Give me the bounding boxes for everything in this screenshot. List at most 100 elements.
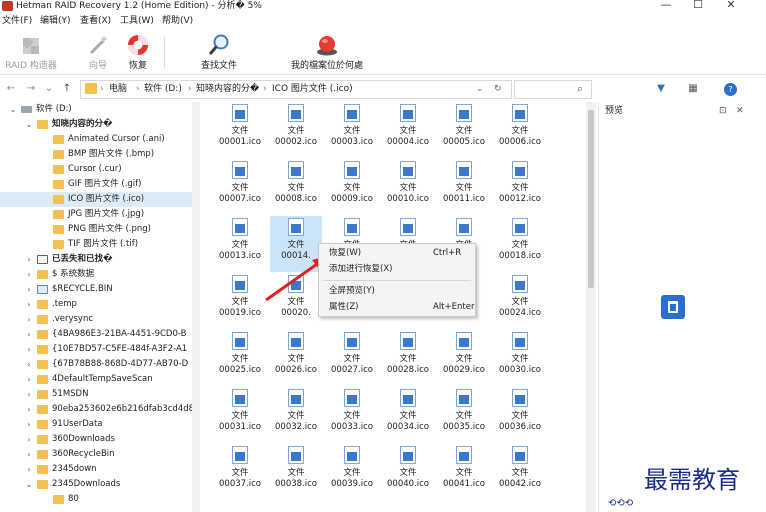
file-item[interactable]: 文件 00034.ico — [382, 387, 434, 443]
find-file-button[interactable]: 查找文件 — [194, 33, 244, 73]
pin-icon[interactable]: ⊡ — [719, 104, 727, 118]
wizard-button[interactable]: 向导 — [78, 33, 118, 73]
search-input[interactable]: ⌕ — [514, 80, 592, 99]
file-item[interactable]: 文件 00002.ico — [270, 102, 322, 158]
file-item[interactable]: 文件 00001.ico — [214, 102, 266, 158]
close-button[interactable]: ✕ — [716, 0, 746, 12]
tree-item[interactable]: JPG 图片文件 (.jpg) — [0, 207, 192, 222]
tree-expander[interactable]: › — [24, 387, 34, 402]
address-dropdown-button[interactable]: ⌄ — [476, 83, 484, 96]
tree-expander[interactable]: › — [24, 342, 34, 357]
context-menu-recover[interactable]: 恢复(W) Ctrl+R — [319, 246, 475, 261]
scrollbar-thumb[interactable] — [588, 110, 594, 288]
refresh-button[interactable]: ↻ — [494, 83, 502, 96]
context-menu-properties[interactable]: 属性(Z) Alt+Enter — [319, 300, 475, 315]
menu-tools[interactable]: 工具(W) — [120, 15, 154, 28]
tree-expander[interactable]: › — [24, 297, 34, 312]
file-item[interactable]: 文件 00027.ico — [326, 330, 378, 386]
raid-builder-button[interactable]: RAID 构造器 — [2, 33, 60, 73]
tree-item[interactable]: › {10E7BD57-C5FE-484f-A3F2-A1 — [0, 342, 192, 357]
file-item[interactable]: 文件 00036.ico — [494, 387, 546, 443]
file-item[interactable]: 文件 00037.ico — [214, 444, 266, 500]
forward-button[interactable]: → — [24, 81, 38, 97]
tree-expander[interactable]: ⌄ — [24, 477, 34, 492]
file-item[interactable]: 文件 00012.ico — [494, 159, 546, 215]
file-item[interactable]: 文件 00005.ico — [438, 102, 490, 158]
tree-scrollbar[interactable] — [192, 102, 200, 512]
tree-item[interactable]: › {4BA986E3-21BA-4451-9CD0-B — [0, 327, 192, 342]
file-item[interactable]: 文件 00035.ico — [438, 387, 490, 443]
file-item[interactable]: 文件 00040.ico — [382, 444, 434, 500]
file-item[interactable]: 文件 00018.ico — [494, 216, 546, 272]
tree-item[interactable]: Cursor (.cur) — [0, 162, 192, 177]
file-item[interactable]: 文件 00032.ico — [270, 387, 322, 443]
recover-button[interactable]: 恢复 — [120, 33, 156, 73]
file-item[interactable]: 文件 00019.ico — [214, 273, 266, 329]
tree-item[interactable]: › 51MSDN — [0, 387, 192, 402]
tree-item[interactable]: Animated Cursor (.ani) — [0, 132, 192, 147]
tree-expander[interactable]: ⌄ — [24, 117, 34, 132]
tree-expander[interactable]: › — [24, 432, 34, 447]
file-item[interactable]: 文件 00008.ico — [270, 159, 322, 215]
context-menu-fullscreen-preview[interactable]: 全屏预览(Y) — [319, 284, 475, 299]
filter-icon[interactable]: ▼ — [654, 81, 668, 97]
file-item[interactable]: 文件 00009.ico — [326, 159, 378, 215]
file-item[interactable]: 文件 00026.ico — [270, 330, 322, 386]
file-grid-scrollbar[interactable] — [586, 102, 596, 512]
menu-file[interactable]: 文件(F) — [2, 15, 32, 28]
file-item[interactable]: 文件 00011.ico — [438, 159, 490, 215]
tree-expander[interactable]: › — [24, 282, 34, 297]
file-item[interactable]: 文件 00031.ico — [214, 387, 266, 443]
tree-item[interactable]: › 4DefaultTempSaveScan — [0, 372, 192, 387]
tree-item[interactable]: TIF 图片文件 (.tif) — [0, 237, 192, 252]
tree-expander[interactable]: › — [24, 417, 34, 432]
tree-expander[interactable]: › — [24, 312, 34, 327]
tree-item[interactable]: › {67B78B88-868D-4D77-AB70-D — [0, 357, 192, 372]
tree-item[interactable]: ⌄ 知晓内容的分� — [0, 117, 192, 132]
tree-item[interactable]: › 360RecycleBin — [0, 447, 192, 462]
tree-expander[interactable]: › — [24, 267, 34, 282]
breadcrumb-known-content[interactable]: 知晓内容的分� — [196, 83, 259, 96]
tree-expander[interactable]: › — [24, 252, 34, 267]
breadcrumb-drive[interactable]: 软件 (D:) — [144, 83, 182, 96]
menu-help[interactable]: 帮助(V) — [162, 15, 193, 28]
breadcrumb-computer[interactable]: 电脑 — [109, 83, 127, 96]
file-item[interactable]: 文件 00042.ico — [494, 444, 546, 500]
file-item[interactable]: 文件 00041.ico — [438, 444, 490, 500]
history-dropdown-button[interactable]: ⌄ — [42, 81, 56, 97]
menu-view[interactable]: 查看(X) — [80, 15, 111, 28]
menu-edit[interactable]: 编辑(Y) — [40, 15, 71, 28]
back-button[interactable]: ← — [4, 81, 18, 97]
file-item[interactable]: 文件 00039.ico — [326, 444, 378, 500]
file-item[interactable]: 文件 00010.ico — [382, 159, 434, 215]
tree-item[interactable]: ICO 图片文件 (.ico) — [0, 192, 192, 207]
tree-item[interactable]: › 91UserData — [0, 417, 192, 432]
file-item[interactable]: 文件 00028.ico — [382, 330, 434, 386]
file-item[interactable]: 文件 00038.ico — [270, 444, 322, 500]
up-button[interactable]: ↑ — [60, 81, 74, 97]
tree-item[interactable]: › 已丢失和已找� — [0, 252, 192, 267]
tree-expander[interactable]: ⌄ — [8, 102, 18, 117]
tree-expander[interactable]: › — [24, 357, 34, 372]
tree-item[interactable]: › 2345down — [0, 462, 192, 477]
recover-floating-button[interactable] — [661, 295, 685, 319]
context-menu-add-to-recovery[interactable]: 添加进行恢复(X) — [319, 262, 475, 277]
tree-item[interactable]: › .verysync — [0, 312, 192, 327]
file-item[interactable]: 文件 00013.ico — [214, 216, 266, 272]
tree-item[interactable]: › $RECYCLE.BIN — [0, 282, 192, 297]
tree-item[interactable]: 80 — [0, 492, 192, 507]
file-item[interactable]: 文件 00029.ico — [438, 330, 490, 386]
file-item[interactable]: 文件 00033.ico — [326, 387, 378, 443]
where-are-my-files-button[interactable]: 我的檔案位於何處 — [284, 33, 370, 73]
tree-item[interactable]: PNG 图片文件 (.png) — [0, 222, 192, 237]
tree-expander[interactable]: › — [24, 372, 34, 387]
tree-item[interactable]: ⌄ 2345Downloads — [0, 477, 192, 492]
tree-expander[interactable]: › — [24, 402, 34, 417]
tree-expander[interactable]: › — [24, 447, 34, 462]
file-item[interactable]: 文件 00003.ico — [326, 102, 378, 158]
file-item[interactable]: 文件 00007.ico — [214, 159, 266, 215]
breadcrumb-ico-folder[interactable]: ICO 图片文件 (.ico) — [272, 83, 353, 96]
file-item[interactable]: 文件 00024.ico — [494, 273, 546, 329]
tree-item[interactable]: BMP 图片文件 (.bmp) — [0, 147, 192, 162]
tree-item[interactable]: GIF 图片文件 (.gif) — [0, 177, 192, 192]
